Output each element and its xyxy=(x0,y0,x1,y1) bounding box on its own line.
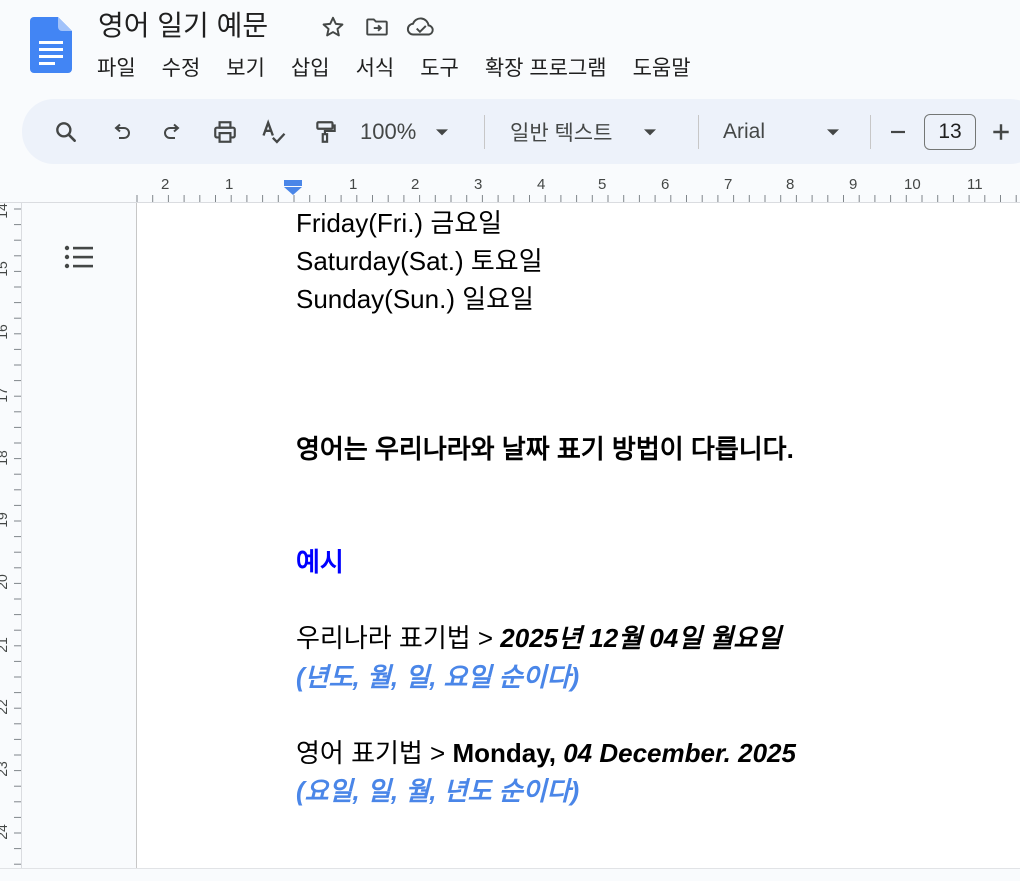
menu-edit[interactable]: 수정 xyxy=(162,52,201,82)
chevron-down-icon xyxy=(436,128,449,135)
v-ruler-label: 15 xyxy=(0,261,10,277)
h-ruler-label: 5 xyxy=(598,176,607,193)
print-icon[interactable] xyxy=(208,99,242,164)
korean-format-prefix: 우리나라 표기법 > xyxy=(296,623,501,653)
cloud-saved-icon[interactable] xyxy=(406,12,436,42)
font-size-value[interactable]: 13 xyxy=(924,113,976,150)
v-ruler-label: 20 xyxy=(0,574,10,590)
v-ruler-label: 18 xyxy=(0,450,10,466)
doc-line-friday[interactable]: Friday(Fri.) 금요일 xyxy=(296,207,502,239)
english-format-day: Monday, xyxy=(452,738,564,768)
toolbar: 100% 일반 텍스트 Arial 13 xyxy=(22,99,1020,164)
zoom-select[interactable]: 100% xyxy=(360,99,480,164)
v-ruler-label: 21 xyxy=(0,637,10,653)
chevron-down-icon xyxy=(644,128,657,135)
toolbar-divider xyxy=(698,115,699,149)
app-header: 영어 일기 예문 파일 수정 보기 삽입 서식 도구 확장 프로그램 도움말 xyxy=(0,0,1020,96)
h-ruler-label: 1 xyxy=(349,176,358,193)
menu-tools[interactable]: 도구 xyxy=(420,52,459,82)
h-ruler-label: 2 xyxy=(161,176,170,193)
minus-icon xyxy=(891,130,905,133)
h-ruler-label: 6 xyxy=(661,176,670,193)
decrease-font-size-button[interactable] xyxy=(884,99,912,164)
zoom-value: 100% xyxy=(360,118,417,144)
title-actions xyxy=(318,12,436,42)
h-ruler-label: 4 xyxy=(537,176,546,193)
menu-format[interactable]: 서식 xyxy=(356,52,395,82)
search-icon[interactable] xyxy=(50,99,82,164)
korean-format-date: 2025년 12월 04일 월요일 xyxy=(500,623,782,653)
plus-icon xyxy=(993,123,1009,140)
doc-heading-difference[interactable]: 영어는 우리나라와 날짜 표기 방법이 다릅니다. xyxy=(296,433,794,465)
docs-logo[interactable] xyxy=(30,17,72,73)
undo-icon[interactable] xyxy=(106,99,138,164)
h-ruler-label: 7 xyxy=(724,176,733,193)
doc-line-saturday[interactable]: Saturday(Sat.) 토요일 xyxy=(296,245,543,277)
h-ruler-label: 9 xyxy=(849,176,858,193)
menu-extensions[interactable]: 확장 프로그램 xyxy=(485,52,607,82)
v-ruler-label: 14 xyxy=(0,203,10,219)
doc-line-sunday[interactable]: Sunday(Sun.) 일요일 xyxy=(296,283,534,315)
font-size-field[interactable]: 13 xyxy=(923,99,977,164)
v-ruler-label: 22 xyxy=(0,699,10,715)
doc-english-order-note[interactable]: (요일, 일, 월, 년도 순이다) xyxy=(296,775,579,807)
menu-insert[interactable]: 삽입 xyxy=(291,52,330,82)
doc-korean-format-line[interactable]: 우리나라 표기법 > 2025년 12월 04일 월요일 xyxy=(296,622,781,654)
font-select[interactable]: Arial xyxy=(723,99,853,164)
h-ruler-label: 2 xyxy=(411,176,420,193)
vertical-ruler[interactable]: 14 15 16 17 18 19 20 21 22 23 24 xyxy=(0,203,22,876)
paint-format-icon[interactable] xyxy=(310,99,342,164)
paragraph-style-value: 일반 텍스트 xyxy=(510,121,613,145)
english-format-date: 04 December. 2025 xyxy=(563,738,796,768)
horizontal-ruler[interactable]: 2 1 1 2 3 4 5 6 7 8 9 10 11 xyxy=(0,173,1020,203)
v-ruler-label: 16 xyxy=(0,324,10,340)
move-to-folder-icon[interactable] xyxy=(362,12,392,42)
chevron-down-icon xyxy=(827,128,840,135)
v-ruler-label: 19 xyxy=(0,512,10,528)
h-ruler-label: 11 xyxy=(967,176,983,193)
menu-view[interactable]: 보기 xyxy=(226,52,265,82)
menu-help[interactable]: 도움말 xyxy=(633,52,691,82)
redo-icon[interactable] xyxy=(156,99,188,164)
h-ruler-label: 1 xyxy=(225,176,234,193)
v-ruler-label: 24 xyxy=(0,824,10,840)
paragraph-style-select[interactable]: 일반 텍스트 xyxy=(510,99,680,164)
v-ruler-label: 23 xyxy=(0,761,10,777)
font-value: Arial xyxy=(723,119,766,143)
h-ruler-label: 3 xyxy=(474,176,483,193)
doc-korean-order-note[interactable]: (년도, 월, 일, 요일 순이다) xyxy=(296,661,579,693)
document-title[interactable]: 영어 일기 예문 xyxy=(98,4,268,44)
toolbar-divider xyxy=(484,115,485,149)
v-ruler-label: 17 xyxy=(0,387,10,403)
increase-font-size-button[interactable] xyxy=(988,99,1014,164)
menu-bar: 파일 수정 보기 삽입 서식 도구 확장 프로그램 도움말 xyxy=(97,52,717,82)
spellcheck-icon[interactable] xyxy=(258,99,290,164)
toolbar-divider xyxy=(870,115,871,149)
doc-example-label[interactable]: 예시 xyxy=(296,546,344,578)
menu-file[interactable]: 파일 xyxy=(97,52,136,82)
h-ruler-label: 8 xyxy=(786,176,795,193)
star-icon[interactable] xyxy=(318,12,348,42)
english-format-prefix: 영어 표기법 > xyxy=(296,738,453,768)
doc-english-format-line[interactable]: 영어 표기법 > Monday, 04 December. 2025 xyxy=(296,737,796,769)
outline-icon[interactable] xyxy=(60,238,98,276)
h-ruler-label: 10 xyxy=(904,176,921,193)
